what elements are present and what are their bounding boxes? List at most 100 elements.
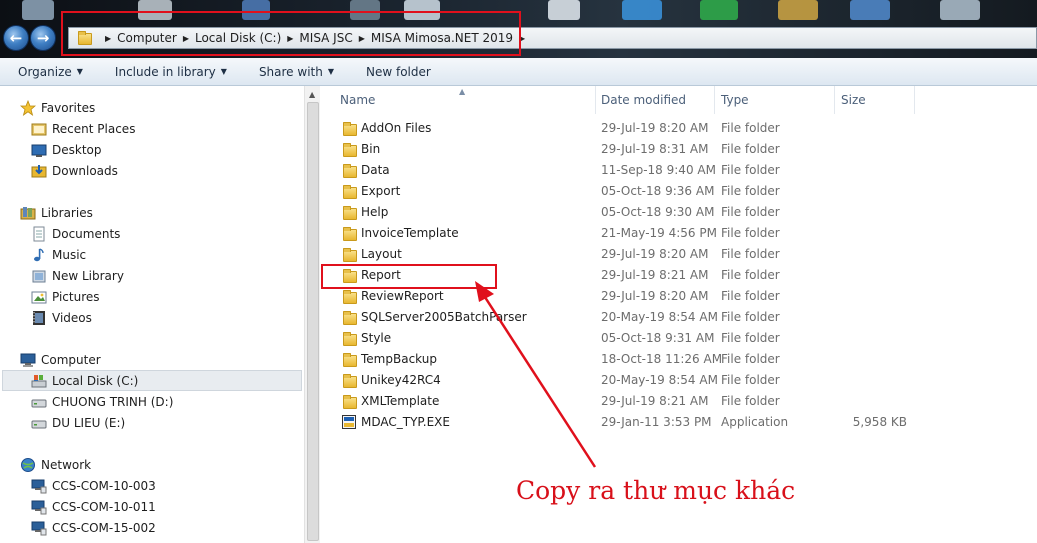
- drive-icon: [31, 415, 47, 431]
- computer-icon: [20, 352, 36, 368]
- navigation-scrollbar[interactable]: ▲: [304, 86, 320, 543]
- nav-item-chuong-trinh-d[interactable]: CHUONG TRINH (D:): [31, 391, 173, 412]
- folder-icon: [342, 289, 357, 304]
- file-type: File folder: [721, 247, 780, 261]
- taskbar-thumbnail: [940, 0, 980, 20]
- nav-item-pictures[interactable]: Pictures: [31, 286, 100, 307]
- window-title-bar: ← → ▶ Computer ▶ Local Disk (C:) ▶ MISA JS…: [0, 0, 1037, 58]
- column-header-size[interactable]: Size: [835, 86, 915, 114]
- file-date-modified: 29-Jul-19 8:20 AM: [601, 247, 709, 261]
- chevron-down-icon: ▼: [220, 67, 227, 76]
- column-headers: Name ▲ Date modified Type Size: [321, 86, 1037, 114]
- nav-group-label: Computer: [41, 352, 101, 367]
- nav-item-label: Downloads: [52, 163, 118, 178]
- nav-item-documents[interactable]: Documents: [31, 223, 120, 244]
- nav-item-label: CCS-COM-15-002: [52, 520, 156, 535]
- installer-icon: [342, 415, 356, 429]
- scrollbar-thumb[interactable]: [307, 102, 319, 541]
- table-row[interactable]: Bin 29-Jul-19 8:31 AM File folder: [321, 139, 1037, 160]
- chevron-down-icon: ▼: [327, 67, 334, 76]
- taskbar-thumbnail: [778, 0, 818, 20]
- nav-item-recent-places[interactable]: Recent Places: [31, 118, 135, 139]
- table-row[interactable]: InvoiceTemplate 21-May-19 4:56 PM File fol…: [321, 223, 1037, 244]
- nav-item-desktop[interactable]: Desktop: [31, 139, 102, 160]
- taskbar-thumbnail: [622, 0, 662, 20]
- file-name: Data: [361, 163, 390, 177]
- nav-item-new-library[interactable]: New Library: [31, 265, 124, 286]
- desktop-icon: [31, 142, 47, 158]
- column-header-label: Size: [841, 93, 866, 107]
- toolbar-label: Share with: [258, 64, 323, 79]
- table-row[interactable]: AddOn Files 29-Jul-19 8:20 AM File folder: [321, 118, 1037, 139]
- folder-icon: [342, 247, 357, 262]
- nav-item-local-disk-c[interactable]: Local Disk (C:): [2, 370, 302, 391]
- file-type: File folder: [721, 163, 780, 177]
- file-name: Export: [361, 184, 401, 198]
- address-highlight-box: [61, 11, 521, 56]
- nav-item-network-computer[interactable]: CCS-COM-10-003: [31, 475, 156, 496]
- new-folder-button[interactable]: New folder: [348, 65, 445, 79]
- folder-icon: [342, 331, 357, 346]
- nav-item-label: Recent Places: [52, 121, 136, 136]
- nav-group-computer[interactable]: Computer: [20, 349, 101, 370]
- file-date-modified: 05-Oct-18 9:36 AM: [601, 184, 715, 198]
- documents-icon: [31, 226, 47, 242]
- nav-item-downloads[interactable]: Downloads: [31, 160, 118, 181]
- videos-icon: [31, 310, 47, 326]
- column-header-label: Type: [721, 93, 749, 107]
- table-row[interactable]: Layout 29-Jul-19 8:20 AM File folder: [321, 244, 1037, 265]
- column-header-label: Date modified: [601, 93, 687, 107]
- library-icon: [31, 268, 47, 284]
- nav-item-network-computer[interactable]: CCS-COM-10-011: [31, 496, 156, 517]
- include-in-library-menu-button[interactable]: Include in library ▼: [97, 65, 241, 79]
- nav-group-libraries[interactable]: Libraries: [20, 202, 93, 223]
- file-name: ReviewReport: [361, 289, 444, 303]
- libraries-icon: [20, 205, 36, 221]
- network-computer-icon: [31, 499, 47, 515]
- folder-icon: [342, 310, 357, 325]
- folder-icon: [342, 205, 357, 220]
- folder-icon: [342, 373, 357, 388]
- network-icon: [20, 457, 36, 473]
- file-type: File folder: [721, 226, 780, 240]
- file-name: Unikey42RC4: [361, 373, 441, 387]
- nav-group-favorites[interactable]: Favorites: [19, 97, 95, 118]
- system-drive-icon: [31, 373, 47, 389]
- file-date-modified: 11-Sep-18 9:40 AM: [601, 163, 716, 177]
- nav-group-network[interactable]: Network: [20, 454, 91, 475]
- forward-button[interactable]: →: [30, 25, 56, 51]
- arrow-shaft: [479, 290, 597, 468]
- annotation-caption: Copy ra thư mục khác: [516, 476, 796, 505]
- table-row[interactable]: Data 11-Sep-18 9:40 AM File folder: [321, 160, 1037, 181]
- nav-item-label: Desktop: [52, 142, 102, 157]
- nav-item-music[interactable]: Music: [31, 244, 86, 265]
- taskbar-thumbnail: [850, 0, 890, 20]
- nav-item-label: New Library: [52, 268, 124, 283]
- nav-group-label: Network: [41, 457, 92, 472]
- taskbar-thumbnail: [548, 0, 580, 20]
- folder-icon: [342, 184, 357, 199]
- file-name: InvoiceTemplate: [361, 226, 459, 240]
- navigation-pane: Favorites Recent Places Desktop Download…: [0, 86, 320, 543]
- column-header-date-modified[interactable]: Date modified: [595, 86, 715, 114]
- nav-item-label: DU LIEU (E:): [52, 415, 126, 430]
- back-button[interactable]: ←: [3, 25, 29, 51]
- music-icon: [31, 247, 47, 263]
- folder-icon: [342, 394, 357, 409]
- table-row[interactable]: Help 05-Oct-18 9:30 AM File folder: [321, 202, 1037, 223]
- file-date-modified: 29-Jul-19 8:20 AM: [601, 121, 709, 135]
- table-row[interactable]: Export 05-Oct-18 9:36 AM File folder: [321, 181, 1037, 202]
- file-type: File folder: [721, 184, 780, 198]
- share-with-menu-button[interactable]: Share with ▼: [241, 65, 348, 79]
- scroll-up-arrow-icon[interactable]: ▲: [309, 90, 315, 99]
- toolbar-label: Include in library: [114, 64, 216, 79]
- nav-item-videos[interactable]: Videos: [31, 307, 92, 328]
- chevron-down-icon: ▼: [76, 67, 83, 76]
- file-name: Bin: [361, 142, 381, 156]
- taskbar-thumbnail: [22, 0, 54, 20]
- organize-menu-button[interactable]: Organize ▼: [0, 65, 97, 79]
- nav-item-network-computer[interactable]: CCS-COM-15-002: [31, 517, 156, 538]
- nav-item-du-lieu-e[interactable]: DU LIEU (E:): [31, 412, 125, 433]
- file-name: MDAC_TYP.EXE: [361, 415, 450, 429]
- column-header-type[interactable]: Type: [715, 86, 835, 114]
